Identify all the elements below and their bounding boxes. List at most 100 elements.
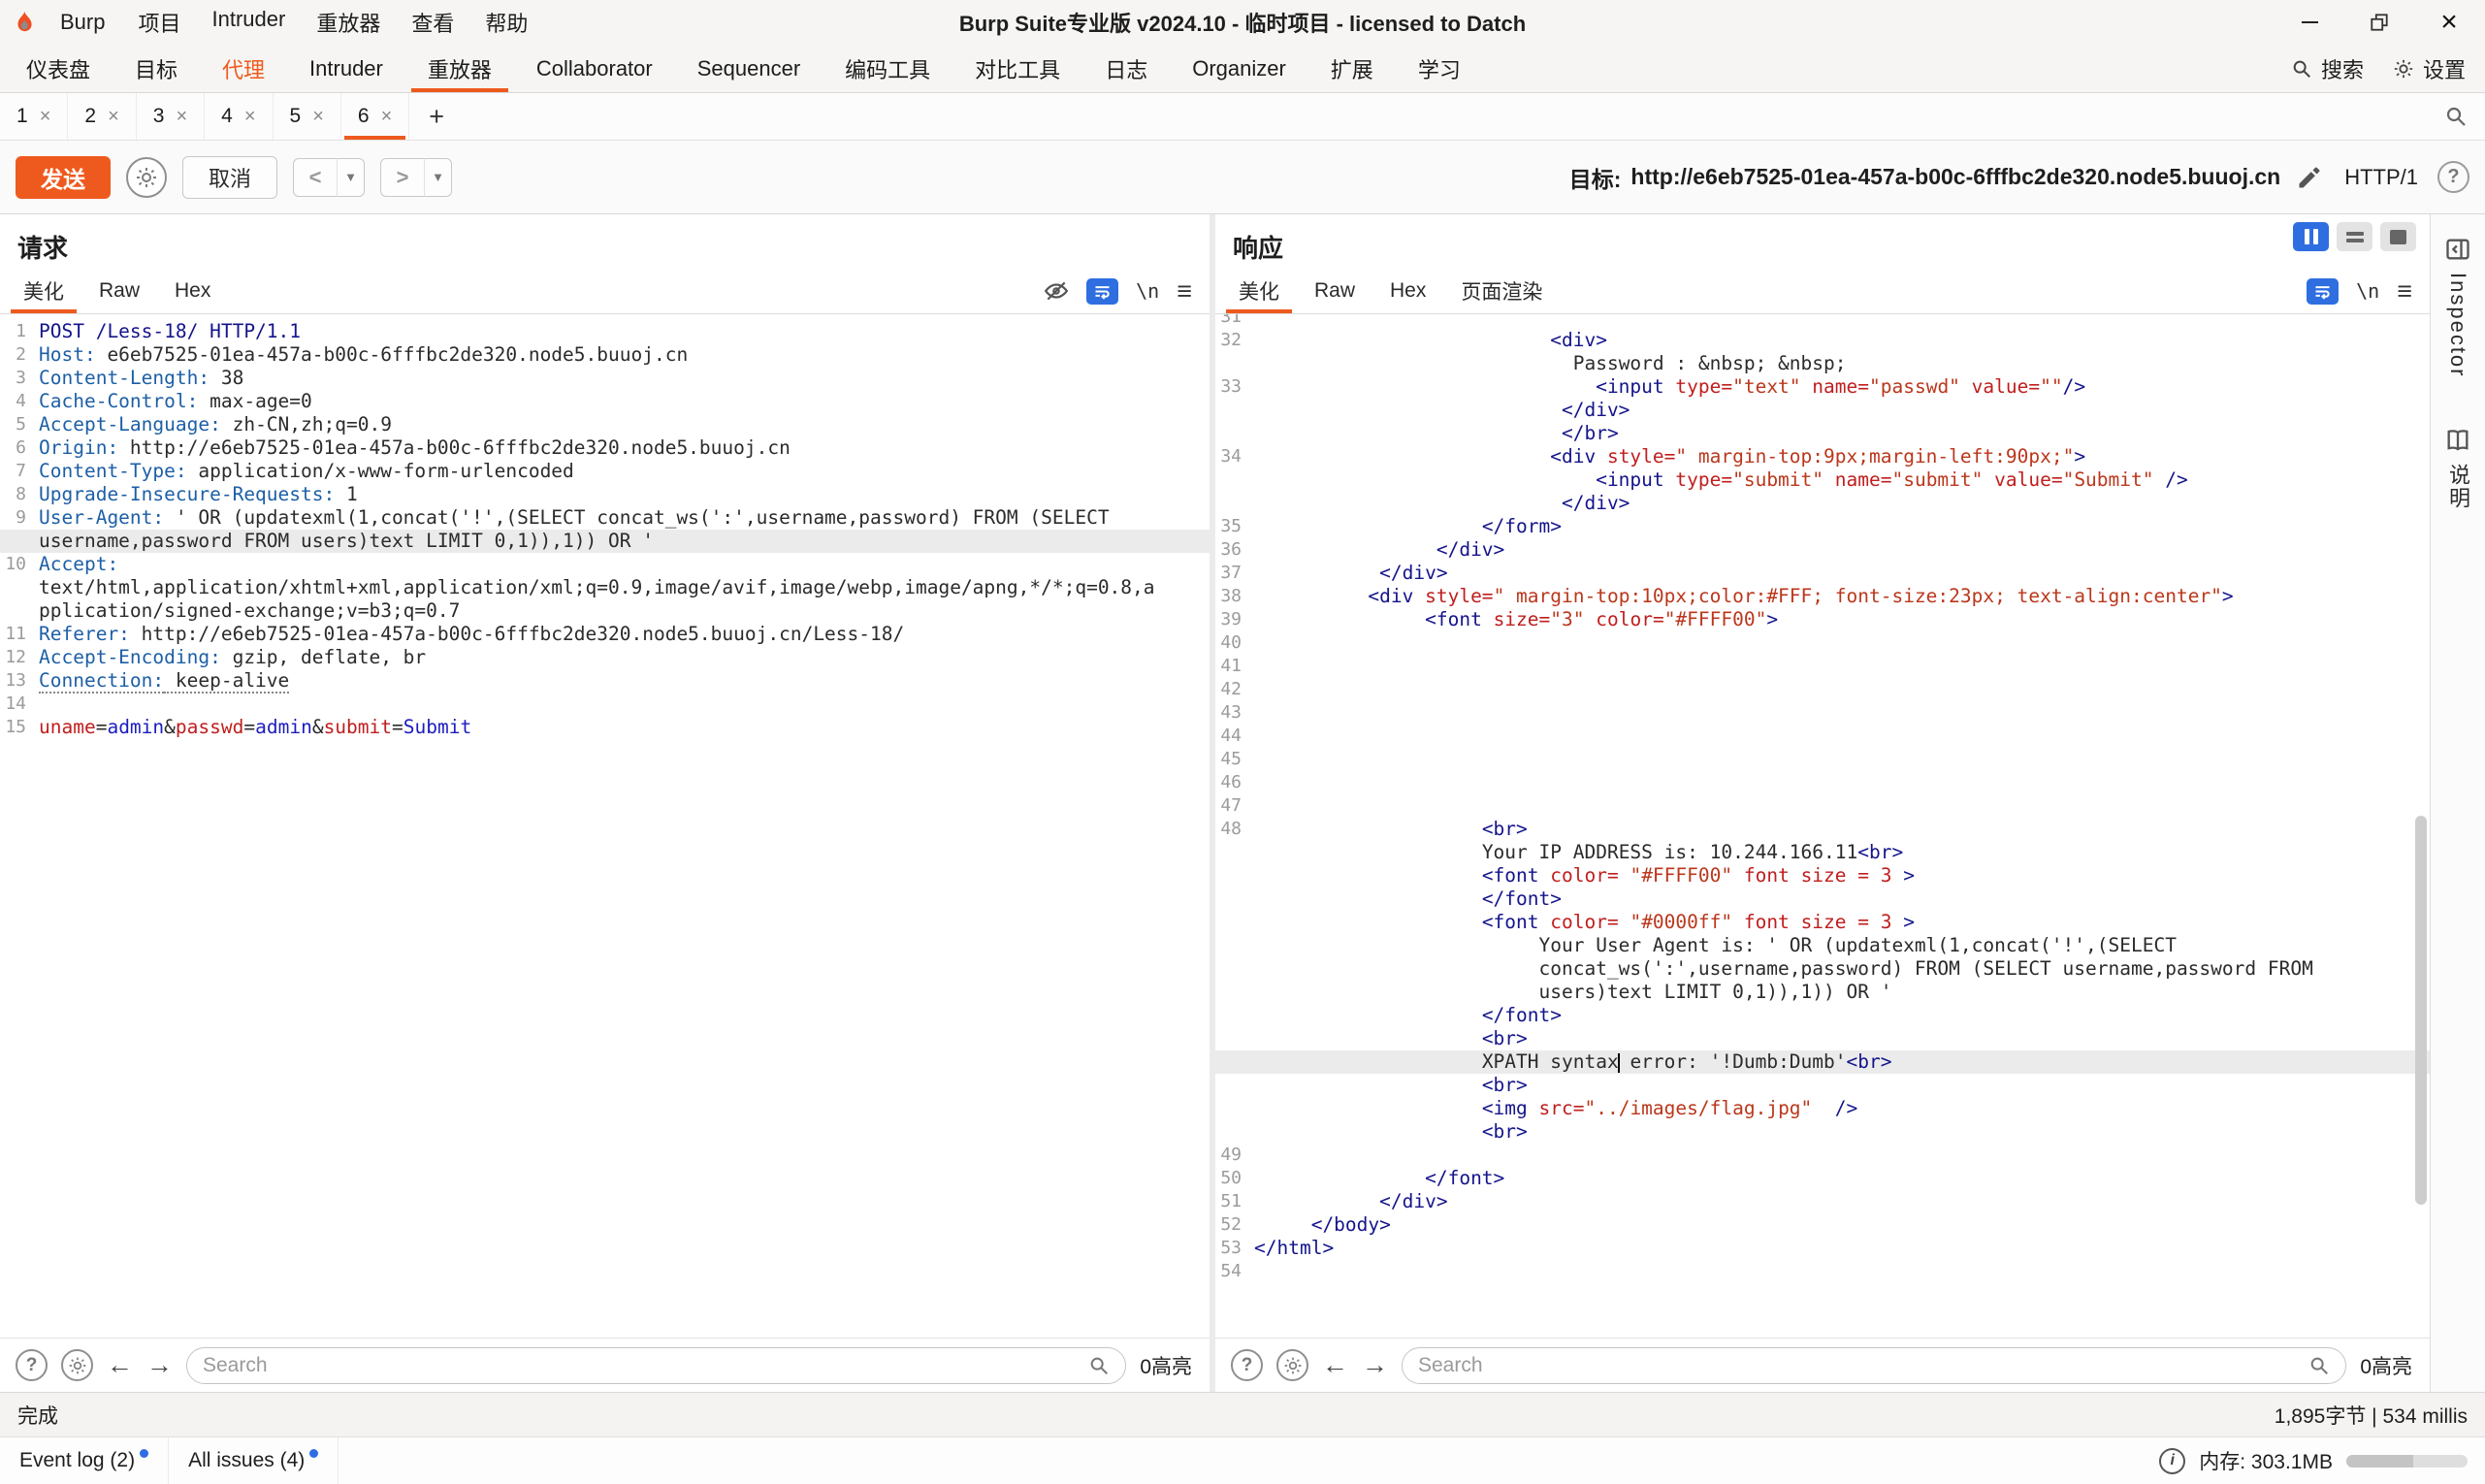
notes-toggle[interactable]: 说明 xyxy=(2431,417,2485,520)
send-settings-button[interactable] xyxy=(126,157,167,198)
tab-decoder[interactable]: 编码工具 xyxy=(823,45,952,92)
code-line[interactable]: pplication/signed-exchange;v=b3;q=0.7 xyxy=(0,599,1210,623)
repeater-tab-5[interactable]: 5× xyxy=(274,93,341,140)
code-line[interactable]: 44 xyxy=(1215,725,2430,748)
menu-item-project[interactable]: 项目 xyxy=(122,1,196,44)
close-tab-icon[interactable]: × xyxy=(40,106,51,128)
code-line[interactable]: 50 </font> xyxy=(1215,1167,2430,1190)
all-issues-tab[interactable]: All issues (4) xyxy=(169,1437,339,1484)
menu-item-help[interactable]: 帮助 xyxy=(469,1,543,44)
code-line[interactable]: 45 xyxy=(1215,748,2430,771)
code-line[interactable]: <br> xyxy=(1215,1120,2430,1144)
code-line[interactable]: 36 </div> xyxy=(1215,538,2430,562)
tab-learn[interactable]: 学习 xyxy=(1396,45,1483,92)
show-newlines-button[interactable]: \n xyxy=(1136,279,1159,303)
code-line[interactable]: 12Accept-Encoding: gzip, deflate, br xyxy=(0,646,1210,669)
search-settings-button[interactable] xyxy=(1276,1349,1308,1381)
tab-logger[interactable]: 日志 xyxy=(1082,45,1170,92)
response-tab-render[interactable]: 页面渲染 xyxy=(1443,269,1560,313)
add-tab-button[interactable]: + xyxy=(409,93,464,140)
code-line[interactable]: 48 <br> xyxy=(1215,818,2430,841)
close-tab-icon[interactable]: × xyxy=(108,106,119,128)
repeater-tab-3[interactable]: 3× xyxy=(137,93,205,140)
tab-comparer[interactable]: 对比工具 xyxy=(952,45,1082,92)
history-back-button[interactable]: < xyxy=(293,158,338,197)
edit-target-button[interactable] xyxy=(2296,164,2323,191)
code-line[interactable]: </div> xyxy=(1215,399,2430,422)
code-line[interactable]: 51 </div> xyxy=(1215,1190,2430,1213)
menu-burp[interactable]: Burp xyxy=(45,4,120,41)
code-line[interactable]: 52 </body> xyxy=(1215,1213,2430,1237)
next-match-button[interactable]: → xyxy=(1362,1352,1388,1378)
global-search-button[interactable]: 搜索 xyxy=(2291,53,2364,84)
code-line[interactable]: </font> xyxy=(1215,887,2430,911)
code-line[interactable]: 33 <input type="text" name="passwd" valu… xyxy=(1215,375,2430,399)
code-line[interactable]: <img src="../images/flag.jpg" /> xyxy=(1215,1097,2430,1120)
tab-target[interactable]: 目标 xyxy=(113,45,200,92)
code-line[interactable]: <br> xyxy=(1215,1074,2430,1097)
request-tab-raw[interactable]: Raw xyxy=(81,269,157,313)
inspector-toggle[interactable]: Inspector xyxy=(2431,226,2485,388)
wrap-lines-button[interactable] xyxy=(1086,278,1118,305)
tab-extensions[interactable]: 扩展 xyxy=(1308,45,1396,92)
code-line[interactable]: <input type="submit" name="submit" value… xyxy=(1215,468,2430,492)
repeater-tab-2[interactable]: 2× xyxy=(68,93,136,140)
cancel-button[interactable]: 取消 xyxy=(182,156,277,199)
code-line[interactable]: </div> xyxy=(1215,492,2430,515)
layout-columns-button[interactable] xyxy=(2293,222,2329,251)
repeater-tab-4[interactable]: 4× xyxy=(205,93,273,140)
code-line[interactable]: 6Origin: http://e6eb7525-01ea-457a-b00c-… xyxy=(0,436,1210,460)
event-log-tab[interactable]: Event log (2) xyxy=(0,1437,169,1484)
code-line[interactable]: </font> xyxy=(1215,1004,2430,1027)
prev-match-button[interactable]: ← xyxy=(1322,1352,1348,1378)
code-line[interactable]: 7Content-Type: application/x-www-form-ur… xyxy=(0,460,1210,483)
menu-item-view[interactable]: 查看 xyxy=(396,1,469,44)
close-button[interactable]: × xyxy=(2437,10,2462,35)
code-line[interactable]: 14 xyxy=(0,693,1210,716)
code-line[interactable]: users)text LIMIT 0,1)),1)) OR ' xyxy=(1215,981,2430,1004)
tab-search-button[interactable] xyxy=(2444,93,2485,140)
tab-sequencer[interactable]: Sequencer xyxy=(675,45,823,92)
settings-button[interactable]: 设置 xyxy=(2393,53,2466,84)
code-line[interactable]: 34 <div style=" margin-top:9px;margin-le… xyxy=(1215,445,2430,468)
request-editor[interactable]: 1POST /Less-18/ HTTP/1.12Host: e6eb7525-… xyxy=(0,314,1210,1338)
code-line[interactable]: 39 <font size="3" color="#FFFF00"> xyxy=(1215,608,2430,631)
layout-single-button[interactable] xyxy=(2380,222,2416,251)
code-line[interactable]: 11Referer: http://e6eb7525-01ea-457a-b00… xyxy=(0,623,1210,646)
close-tab-icon[interactable]: × xyxy=(381,106,393,128)
code-line[interactable]: Your User Agent is: ' OR (updatexml(1,co… xyxy=(1215,934,2430,957)
code-line[interactable]: 32 <div> xyxy=(1215,329,2430,352)
code-line[interactable]: Your IP ADDRESS is: 10.244.166.11<br> xyxy=(1215,841,2430,864)
response-tab-raw[interactable]: Raw xyxy=(1297,269,1372,313)
code-line[interactable]: 15uname=admin&passwd=admin&submit=Submit xyxy=(0,716,1210,739)
code-line[interactable]: 3Content-Length: 38 xyxy=(0,367,1210,390)
code-line[interactable]: 41 xyxy=(1215,655,2430,678)
code-line[interactable]: 4Cache-Control: max-age=0 xyxy=(0,390,1210,413)
code-line[interactable]: 49 xyxy=(1215,1144,2430,1167)
code-line[interactable]: 10Accept: xyxy=(0,553,1210,576)
code-line[interactable]: 42 xyxy=(1215,678,2430,701)
search-settings-button[interactable] xyxy=(61,1349,93,1381)
wrap-lines-button[interactable] xyxy=(2307,278,2339,305)
help-icon[interactable]: ? xyxy=(2437,161,2469,193)
next-match-button[interactable]: → xyxy=(146,1352,173,1378)
repeater-tab-6[interactable]: 6× xyxy=(341,93,409,140)
code-line[interactable]: <font color= "#0000ff" font size = 3 > xyxy=(1215,911,2430,934)
response-scrollbar[interactable] xyxy=(2415,816,2427,1205)
code-line[interactable]: 38 <div style=" margin-top:10px;color:#F… xyxy=(1215,585,2430,608)
request-tab-pretty[interactable]: 美化 xyxy=(6,269,81,313)
search-help-icon[interactable]: ? xyxy=(16,1349,48,1381)
history-forward-dropdown[interactable]: ▼ xyxy=(425,158,452,197)
maximize-button[interactable] xyxy=(2367,10,2392,35)
send-button[interactable]: 发送 xyxy=(16,156,111,199)
editor-menu-button[interactable]: ≡ xyxy=(2397,278,2412,305)
tab-organizer[interactable]: Organizer xyxy=(1170,45,1308,92)
minimize-button[interactable] xyxy=(2297,10,2322,35)
tab-dashboard[interactable]: 仪表盘 xyxy=(4,45,113,92)
code-line[interactable]: <br> xyxy=(1215,1027,2430,1050)
code-line[interactable]: username,password FROM users)text LIMIT … xyxy=(0,530,1210,553)
code-line[interactable]: text/html,application/xhtml+xml,applicat… xyxy=(0,576,1210,599)
code-line[interactable]: 47 xyxy=(1215,794,2430,818)
request-tab-hex[interactable]: Hex xyxy=(157,269,228,313)
editor-menu-button[interactable]: ≡ xyxy=(1177,278,1192,305)
